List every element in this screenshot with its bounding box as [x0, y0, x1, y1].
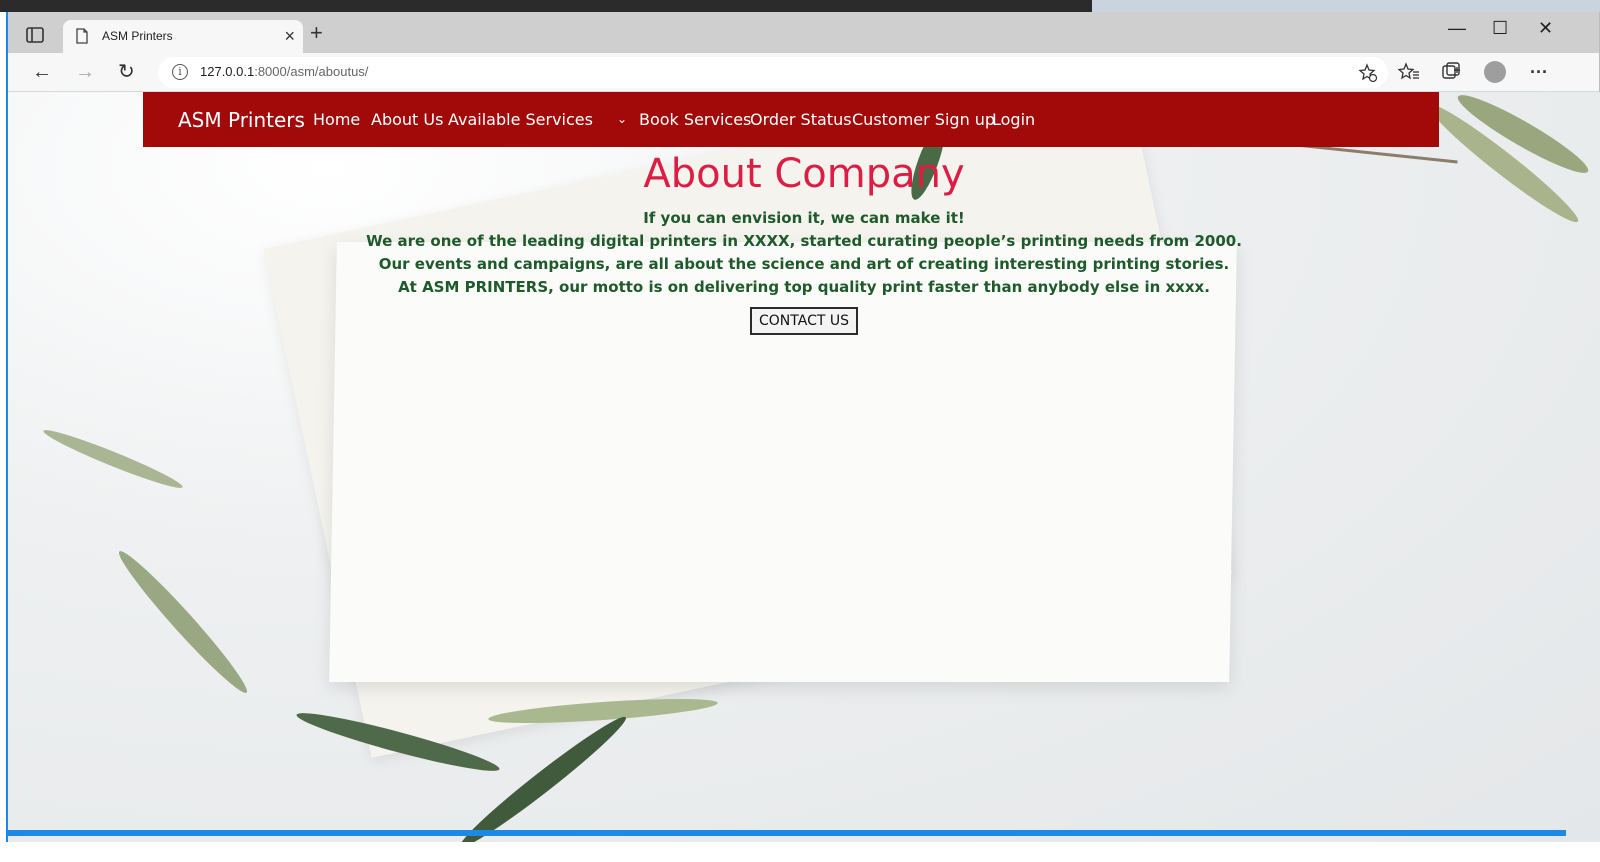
window-bottom-border: [6, 830, 1566, 836]
more-icon[interactable]: ···: [1530, 62, 1548, 82]
tab-actions-icon[interactable]: [24, 24, 46, 46]
contact-us-button[interactable]: CONTACT US: [750, 307, 858, 335]
close-tab-icon[interactable]: ×: [284, 26, 295, 46]
nav-home[interactable]: Home: [313, 110, 360, 129]
back-icon[interactable]: ←: [32, 61, 52, 83]
taskbar-strip: [0, 842, 1600, 862]
background-leaf: [40, 424, 186, 494]
url-path: :8000/asm/aboutus/: [254, 64, 369, 79]
about-text-line: We are one of the leading digital printe…: [366, 232, 1242, 250]
collections-icon[interactable]: [1441, 62, 1463, 82]
page-icon: [76, 28, 88, 44]
page-viewport: ASM Printers Home About Us Available Ser…: [8, 92, 1600, 844]
background-leaf: [112, 544, 254, 700]
new-tab-icon[interactable]: +: [310, 22, 323, 44]
about-content: About Company If you can envision it, we…: [8, 147, 1600, 335]
nav-about-us[interactable]: About Us: [371, 110, 443, 129]
nav-customer-signup[interactable]: Customer Sign up: [852, 110, 995, 129]
add-favorite-icon[interactable]: [1358, 63, 1378, 83]
brand-link[interactable]: ASM Printers: [178, 108, 305, 132]
url-field[interactable]: i 127.0.0.1:8000/asm/aboutus/: [158, 57, 1388, 88]
favorites-icon[interactable]: [1398, 62, 1420, 82]
site-navbar: ASM Printers Home About Us Available Ser…: [143, 92, 1439, 147]
about-text-line: At ASM PRINTERS, our motto is on deliver…: [398, 278, 1210, 296]
browser-window: ASM Printers × + — ☐ ✕ ← → ↻ i 127.0.0.1…: [6, 12, 1600, 850]
tab-title: ASM Printers: [102, 29, 173, 43]
forward-icon[interactable]: →: [75, 61, 95, 83]
maximize-icon[interactable]: ☐: [1492, 18, 1508, 39]
profile-icon[interactable]: [1484, 61, 1506, 83]
minimize-icon[interactable]: —: [1448, 18, 1466, 39]
tab-asm-printers[interactable]: ASM Printers ×: [63, 20, 303, 53]
info-icon[interactable]: i: [172, 64, 188, 80]
url-text[interactable]: 127.0.0.1:8000/asm/aboutus/: [200, 64, 368, 79]
nav-book-services[interactable]: Book Services: [639, 110, 751, 129]
nav-login[interactable]: Login: [992, 110, 1035, 129]
desktop-background: [0, 0, 1600, 12]
url-host: 127.0.0.1: [200, 64, 255, 79]
address-bar: ← → ↻ i 127.0.0.1:8000/asm/aboutus/ ···: [8, 53, 1599, 92]
chevron-down-icon[interactable]: ⌄: [617, 112, 627, 126]
tagline: If you can envision it, we can make it!: [643, 209, 965, 227]
about-text-line: Our events and campaigns, are all about …: [378, 255, 1230, 273]
reload-icon[interactable]: ↻: [118, 61, 135, 83]
desktop-dark-strip: [0, 0, 1092, 12]
close-window-icon[interactable]: ✕: [1538, 18, 1553, 39]
tab-bar: ASM Printers × + — ☐ ✕: [8, 12, 1599, 53]
nav-order-status[interactable]: Order Status: [750, 110, 852, 129]
nav-available-services[interactable]: Available Services: [448, 110, 593, 129]
page-title: About Company: [643, 151, 965, 197]
